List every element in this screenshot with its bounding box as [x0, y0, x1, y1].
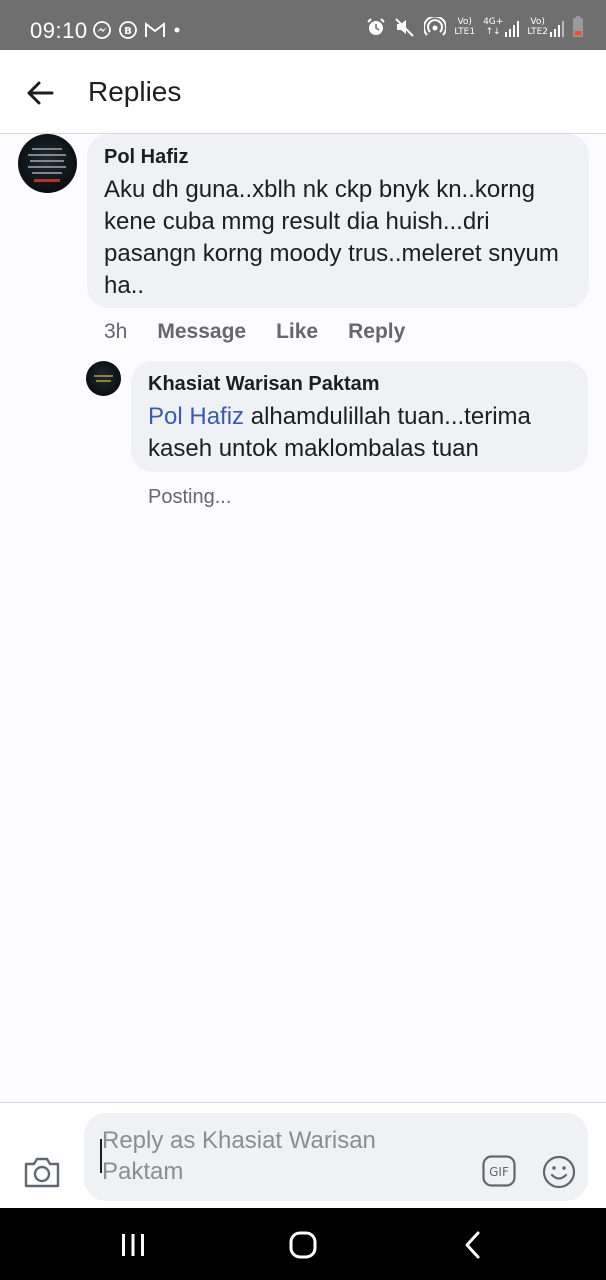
messenger-icon	[93, 21, 111, 39]
comment-time: 3h	[104, 320, 128, 343]
emoji-icon[interactable]	[542, 1155, 576, 1189]
posting-status: Posting...	[148, 486, 232, 508]
home-icon[interactable]	[287, 1230, 319, 1260]
volte-lte2-icon: Vo) LTE2	[527, 17, 564, 37]
reply-composer: Reply as Khasiat Warisan Paktam GIF	[0, 1102, 606, 1209]
mute-icon	[395, 18, 415, 37]
dot-icon	[174, 27, 180, 33]
back-arrow-icon[interactable]	[24, 76, 58, 110]
avatar-pol-hafiz[interactable]	[18, 134, 77, 193]
comment-actions: 3h Message Like Reply	[104, 320, 435, 344]
status-bar: 09:10 B Vo) LTE1 4G+ ↑↓ Vo) LTE2	[0, 0, 606, 50]
system-nav-bar	[0, 1208, 606, 1280]
mention-link[interactable]: Pol Hafiz	[148, 403, 244, 430]
avatar-khasiat-warisan-paktam[interactable]	[86, 361, 121, 396]
camera-icon[interactable]	[22, 1155, 62, 1189]
message-button[interactable]: Message	[157, 320, 246, 344]
notification-icons: B	[92, 20, 182, 40]
4g-signal-icon: 4G+ ↑↓	[483, 17, 520, 37]
reply-button[interactable]: Reply	[348, 320, 405, 344]
alarm-icon	[367, 18, 386, 35]
battery-icon	[573, 16, 583, 37]
status-time: 09:10	[30, 18, 88, 43]
reply-bubble[interactable]: Khasiat Warisan Paktam Pol Hafiz alhamdu…	[131, 361, 588, 472]
page-title: Replies	[88, 76, 182, 107]
reply-text: Pol Hafiz alhamdulillah tuan...terima ka…	[148, 401, 578, 465]
system-icons: Vo) LTE1 4G+ ↑↓ Vo) LTE2	[366, 16, 584, 38]
svg-text:GIF: GIF	[489, 1165, 509, 1179]
reply-input-placeholder[interactable]: Reply as Khasiat Warisan Paktam	[102, 1125, 462, 1187]
recent-apps-icon[interactable]	[117, 1230, 149, 1260]
reply-author[interactable]: Khasiat Warisan Paktam	[148, 373, 380, 396]
gif-icon[interactable]: GIF	[482, 1155, 516, 1187]
hotspot-icon	[424, 17, 447, 36]
svg-text:B: B	[124, 26, 132, 37]
volte-lte1-icon: Vo) LTE1	[454, 17, 476, 37]
like-button[interactable]: Like	[276, 320, 318, 344]
reply-input-field[interactable]: Reply as Khasiat Warisan Paktam GIF	[84, 1113, 588, 1201]
b-circle-icon: B	[119, 21, 137, 39]
app-header: Replies	[0, 50, 606, 134]
comment-author[interactable]: Pol Hafiz	[104, 146, 188, 169]
gmail-icon	[145, 21, 165, 37]
comment-text: Aku dh guna..xblh nk ckp bnyk kn..korng …	[104, 176, 559, 299]
comment-bubble[interactable]: Pol Hafiz Aku dh guna..xblh nk ckp bnyk …	[87, 134, 589, 308]
back-nav-icon[interactable]	[458, 1230, 490, 1260]
